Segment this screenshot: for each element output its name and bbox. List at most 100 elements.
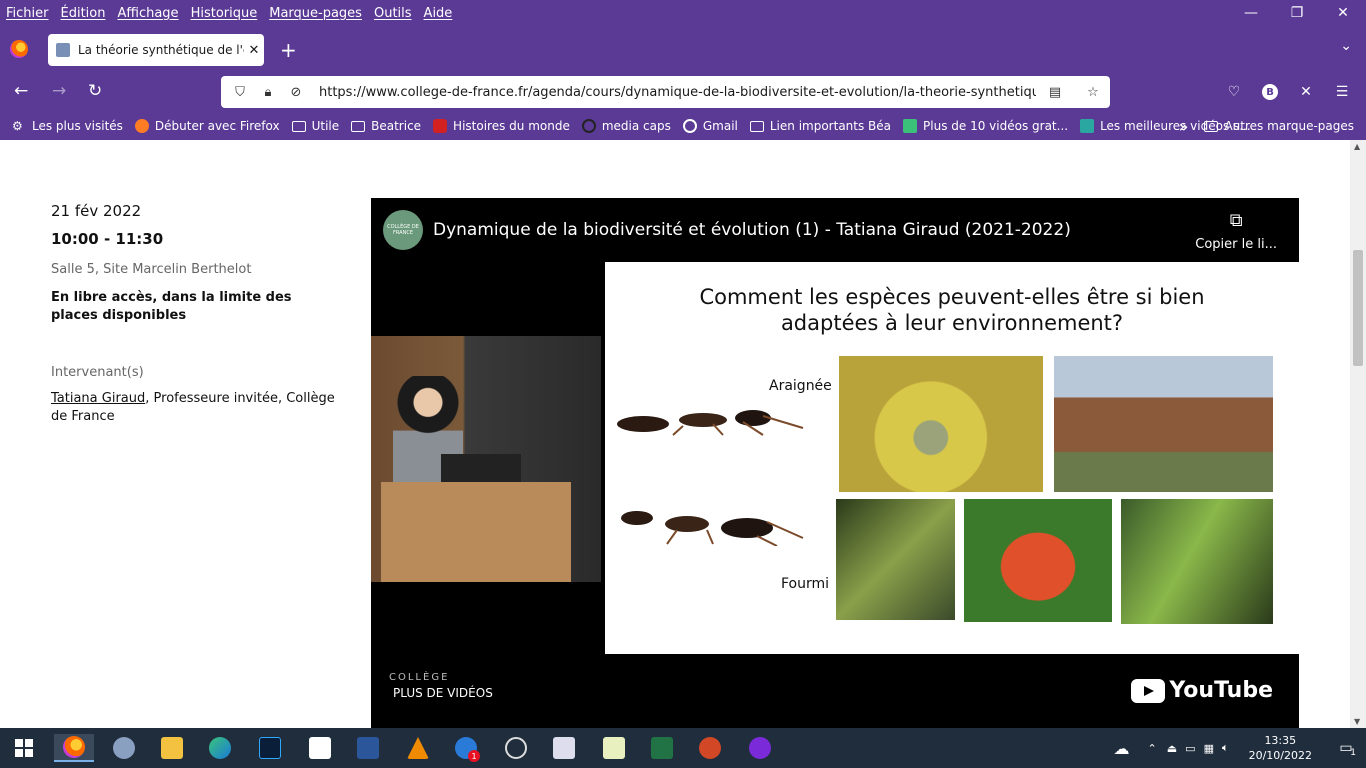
menu-fichier[interactable]: Fichier <box>6 6 49 21</box>
menu-marque-pages[interactable]: Marque-pages <box>269 6 362 21</box>
shield-icon[interactable]: ⛉ <box>231 84 249 100</box>
volume-icon[interactable]: 🔈︎ <box>1222 741 1229 755</box>
menu-outils[interactable]: Outils <box>374 6 412 21</box>
new-tab-button[interactable]: + <box>280 38 297 62</box>
mail-badge: 1 <box>468 750 480 762</box>
laptop-image <box>441 454 521 482</box>
video-player[interactable]: COLLÈGE DE FRANCE Dynamique de la biodiv… <box>371 198 1299 728</box>
more-videos-button[interactable]: PLUS DE VIDÉOS <box>393 686 493 700</box>
taskbar-edge-icon[interactable] <box>200 734 240 762</box>
scroll-down-icon[interactable]: ▼ <box>1354 717 1360 726</box>
battery-icon[interactable]: ▭ <box>1185 742 1195 755</box>
video-title[interactable]: Dynamique de la biodiversité et évolutio… <box>433 220 1071 240</box>
minimize-button[interactable]: — <box>1228 0 1274 26</box>
show-hidden-icons-icon[interactable]: ⌃ <box>1148 742 1157 755</box>
tab-active[interactable]: La théorie synthétique de l'évolution ✕ <box>48 34 264 66</box>
gear-icon: ⚙ <box>12 119 23 133</box>
firefox-icon <box>134 119 149 133</box>
spider-photo <box>839 356 1043 492</box>
scrollbar-thumb[interactable] <box>1353 250 1363 366</box>
desert-cactus-photo <box>1054 356 1273 492</box>
menu-hamburger-icon[interactable]: ☰ <box>1324 80 1360 104</box>
back-arrow-icon[interactable]: ← <box>14 81 28 101</box>
menu-aide[interactable]: Aide <box>424 6 453 21</box>
speaker-camera-feed <box>371 336 601 582</box>
taskbar-snip-icon[interactable] <box>544 734 584 762</box>
taskbar-excel-icon[interactable] <box>642 734 682 762</box>
pocket-icon[interactable]: ♡ <box>1216 80 1252 104</box>
copy-link-label: Copier le li... <box>1195 237 1277 252</box>
youtube-logo[interactable]: YouTube <box>1131 678 1273 703</box>
channel-avatar[interactable]: COLLÈGE DE FRANCE <box>383 210 423 250</box>
event-room: Salle 5, Site Marcelin Berthelot <box>51 262 252 277</box>
tab-close-icon[interactable]: ✕ <box>244 43 264 58</box>
tab-bar: La théorie synthétique de l'évolution ✕ … <box>0 26 1366 72</box>
close-window-button[interactable]: ✕ <box>1320 0 1366 26</box>
taskbar-photoshop-icon[interactable] <box>250 734 290 762</box>
taskbar-powerpoint-icon[interactable] <box>690 734 730 762</box>
network-icon[interactable]: ▦ <box>1204 742 1214 755</box>
event-time: 10:00 - 11:30 <box>51 230 164 248</box>
folder-icon <box>291 120 306 132</box>
bookmark-media-caps[interactable]: media caps <box>581 119 671 133</box>
notification-center-icon[interactable]: ▭ 1 <box>1326 728 1366 768</box>
weather-icon[interactable]: ☁ <box>1114 739 1130 758</box>
taskbar-firefox-icon[interactable] <box>54 734 94 762</box>
menu-edition[interactable]: Édition <box>61 6 106 21</box>
taskbar-app2-icon[interactable] <box>740 734 780 762</box>
taskbar-mednum-icon[interactable] <box>300 734 340 762</box>
lock-icon[interactable]: 🔒︎ <box>259 84 277 100</box>
taskbar-vlc-icon[interactable] <box>398 734 438 762</box>
account-avatar[interactable]: B <box>1262 84 1278 100</box>
bookmark-utile[interactable]: Utile <box>291 119 339 133</box>
video-header: COLLÈGE DE FRANCE Dynamique de la biodiv… <box>371 198 1299 262</box>
restore-button[interactable]: ❐ <box>1274 0 1320 26</box>
taskbar-r-icon[interactable] <box>104 734 144 762</box>
ant-image <box>617 410 804 436</box>
forward-arrow-icon[interactable]: → <box>52 81 66 101</box>
permissions-icon[interactable]: ⊘ <box>287 84 305 100</box>
bookmarks-overflow-icon[interactable]: » <box>1179 117 1189 136</box>
taskbar-mail-icon[interactable]: 1 <box>446 734 486 762</box>
scroll-up-icon[interactable]: ▲ <box>1354 142 1360 151</box>
start-windows-icon[interactable] <box>4 734 44 762</box>
speaker-link[interactable]: Tatiana Giraud <box>51 391 145 406</box>
copy-link-button[interactable]: ⧉ Copier le li... <box>1195 210 1277 252</box>
bookmark-getting-started[interactable]: Débuter avec Firefox <box>134 119 280 133</box>
bookmark-videos-gratuites[interactable]: Plus de 10 vidéos grat... <box>903 119 1068 133</box>
clock[interactable]: 13:35 20/10/2022 <box>1249 733 1312 763</box>
extension-x-icon[interactable]: ✕ <box>1288 80 1324 104</box>
menu-affichage[interactable]: Affichage <box>117 6 178 21</box>
bookmark-most-visited[interactable]: ⚙ Les plus visités <box>12 119 123 133</box>
usb-icon[interactable]: ⏏ <box>1167 742 1177 755</box>
reader-view-icon[interactable]: ▤ <box>1046 84 1064 100</box>
reload-icon[interactable]: ↻ <box>88 81 102 101</box>
site-icon <box>433 119 448 133</box>
taskbar-word-icon[interactable] <box>348 734 388 762</box>
taskbar-app-icon[interactable] <box>594 734 634 762</box>
ant-image <box>621 511 804 546</box>
taskbar: 1 ☁ ⌃ ⏏ ▭ ▦ 🔈︎ 13:35 20/10/2022 ▭ 1 <box>0 728 1366 768</box>
url-text[interactable]: https://www.college-de-france.fr/agenda/… <box>319 85 1036 100</box>
menu-bar: Fichier Édition Affichage Historique Mar… <box>0 0 1366 26</box>
speakers-heading: Intervenant(s) <box>51 365 144 380</box>
taskbar-obs-icon[interactable] <box>496 734 536 762</box>
bookmark-other[interactable]: Autres marque-pages <box>1204 119 1354 133</box>
vertical-scrollbar[interactable]: ▲ ▼ <box>1350 140 1366 728</box>
bookmark-star-icon[interactable]: ☆ <box>1084 84 1102 100</box>
taskbar-folder-icon[interactable] <box>152 734 192 762</box>
podium-image <box>381 482 571 582</box>
notification-count: 1 <box>1350 748 1356 758</box>
address-bar[interactable]: ⛉ 🔒︎ ⊘ https://www.college-de-france.fr/… <box>221 76 1110 108</box>
bookmark-gmail[interactable]: Gmail <box>682 119 738 133</box>
bookmark-beatrice[interactable]: Beatrice <box>351 119 421 133</box>
slide-title: Comment les espèces peuvent-elles être s… <box>699 285 1205 335</box>
bookmark-liens-bea[interactable]: Lien importants Béa <box>749 119 891 133</box>
bookmark-histoires[interactable]: Histoires du monde <box>433 119 570 133</box>
firefox-icon[interactable] <box>10 40 28 58</box>
list-tabs-chevron-icon[interactable]: ⌄ <box>1340 38 1352 54</box>
menu-historique[interactable]: Historique <box>191 6 258 21</box>
site-icon <box>1080 119 1095 133</box>
event-date: 21 fév 2022 <box>51 202 142 220</box>
speaker-line: Tatiana Giraud, Professeure invitée, Col… <box>51 390 341 426</box>
